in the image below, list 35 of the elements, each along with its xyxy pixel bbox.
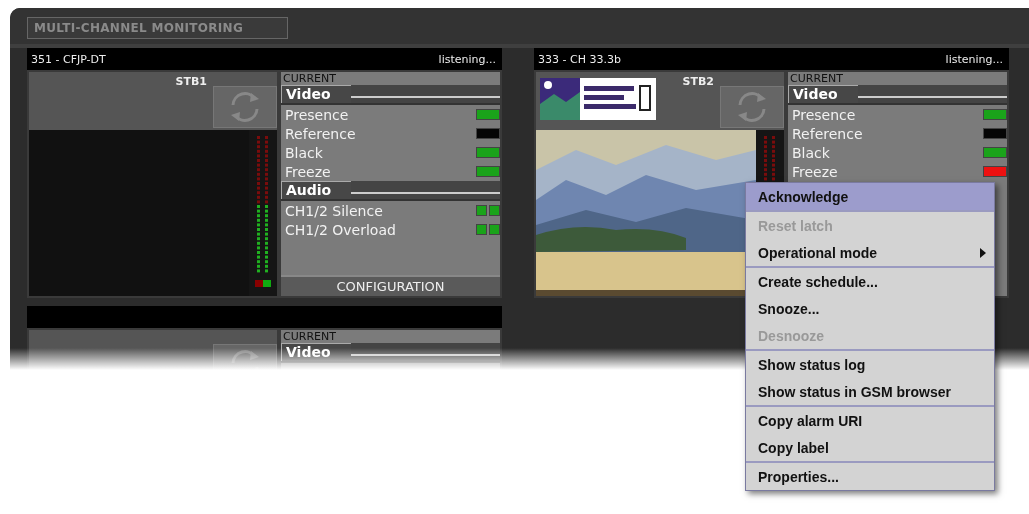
- menu-item[interactable]: Show status log: [746, 351, 994, 378]
- configuration-button[interactable]: CONFIGURATION: [281, 275, 500, 296]
- current-label: CURRENT: [789, 72, 844, 85]
- channel-name: 333 - CH 33.3b: [538, 52, 621, 66]
- status-label: Black: [792, 144, 830, 161]
- submenu-arrow-icon: [980, 247, 986, 258]
- status-label: Black: [285, 144, 323, 161]
- menu-item[interactable]: Acknowledge: [746, 183, 994, 210]
- stb-label: STB2: [682, 75, 714, 90]
- section-header: Video: [788, 85, 858, 103]
- menu-item[interactable]: Show status in GSM browser: [746, 378, 994, 405]
- window-title: MULTI-CHANNEL MONITORING: [27, 17, 289, 39]
- status-label: Reference: [792, 125, 863, 142]
- section-header: Audio: [281, 181, 352, 199]
- status-label: Presence: [792, 106, 856, 123]
- status-label: Presence: [285, 106, 349, 123]
- menu-item[interactable]: Copy alarm URI: [746, 407, 994, 434]
- section-header: Video: [281, 85, 351, 103]
- status-label: Freeze: [285, 163, 331, 180]
- status-label: CH1/2 Silence: [285, 202, 383, 219]
- stb-label: STB1: [175, 75, 207, 90]
- menu-item[interactable]: Snooze...: [746, 295, 994, 322]
- channel-status: listening...: [438, 52, 496, 66]
- current-label: CURRENT: [282, 72, 337, 85]
- menu-item[interactable]: Create schedule...: [746, 268, 994, 295]
- menu-item[interactable]: Operational mode: [746, 239, 994, 266]
- status-label: Freeze: [792, 163, 838, 180]
- menu-item[interactable]: Copy label: [746, 434, 994, 461]
- status-label: CH1/2 Overload: [285, 221, 396, 238]
- channel-name: 351 - CFJP-DT: [31, 52, 106, 66]
- menu-item[interactable]: Properties...: [746, 463, 994, 490]
- section-header: Video: [281, 343, 351, 361]
- current-label: CURRENT: [282, 330, 337, 343]
- status-label: Reference: [285, 125, 356, 142]
- channel-status: listening...: [945, 52, 1003, 66]
